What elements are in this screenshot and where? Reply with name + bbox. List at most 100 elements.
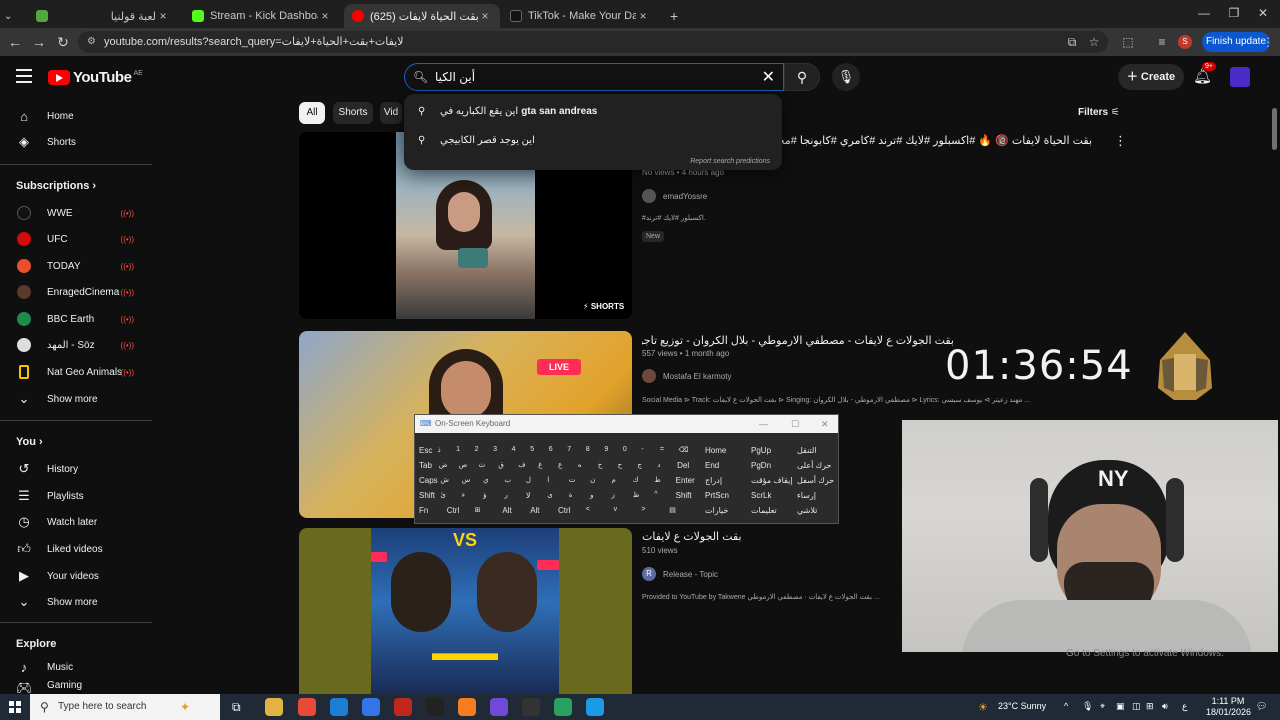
osk-nav-key[interactable]: ScrLk — [751, 491, 771, 500]
sidebar-item-your-videos[interactable]: ▶ Your videos — [0, 563, 152, 589]
network-icon[interactable]: ⊞ — [1146, 701, 1154, 712]
osk-key[interactable]: ه — [578, 461, 582, 469]
osk-key[interactable]: ب — [505, 476, 512, 484]
sidebar-item-liked-videos[interactable]: 👍︎ Liked videos — [0, 536, 152, 562]
osk-key[interactable]: 4 — [512, 446, 516, 453]
sidebar-item-wwe[interactable]: WWE ((•)) — [0, 200, 152, 226]
channel-row[interactable]: emadYossre — [642, 189, 707, 203]
url-field[interactable]: ⚙ youtube.com/results?search_query=لايفا… — [78, 31, 1108, 53]
osk-key[interactable]: 2 — [475, 446, 479, 453]
channel-row[interactable]: Mostafa El karmoty — [642, 369, 731, 383]
osk-key[interactable]: ق — [498, 461, 503, 469]
osk-key[interactable]: ▤ — [669, 506, 676, 514]
osk-nav-key[interactable]: End — [705, 461, 719, 470]
page-scrollbar[interactable] — [1271, 98, 1278, 694]
osk-key[interactable]: ز — [611, 491, 614, 499]
osk-key[interactable]: 8 — [586, 446, 590, 453]
bookmark-star-icon[interactable]: ☆ — [1086, 34, 1102, 50]
osk-nav-key[interactable]: Home — [705, 446, 726, 455]
osk-key[interactable]: Alt — [502, 506, 511, 515]
osk-key[interactable]: ث — [479, 461, 486, 469]
osk-key[interactable]: ص — [459, 461, 467, 469]
close-icon[interactable]: × — [478, 9, 492, 23]
osk-nav-key[interactable]: PgDn — [751, 461, 771, 470]
sidebar-item-music[interactable]: ♪ Music — [0, 654, 152, 680]
osk-key[interactable]: ح — [618, 461, 623, 469]
youtube-logo[interactable]: YouTube AE — [48, 69, 143, 86]
osk-key[interactable]: و — [590, 491, 593, 499]
osk-key[interactable]: ^ — [654, 491, 657, 498]
you-heading[interactable]: You › — [16, 436, 43, 448]
search-input[interactable]: 🔍︎ أين الكيا ✕ — [404, 63, 784, 91]
microphone-icon[interactable]: 🎙︎ — [1082, 701, 1093, 712]
osk-nav-key[interactable]: إرساء — [797, 491, 816, 500]
osk-nav-key[interactable]: إيقاف مؤقت — [751, 476, 793, 485]
taskbar-app-icon[interactable] — [490, 698, 508, 716]
osk-key[interactable]: ظ — [633, 491, 639, 499]
search-button[interactable]: ⚲ — [784, 63, 820, 91]
osk-key[interactable]: ي — [483, 476, 488, 484]
clear-search-icon[interactable]: ✕ — [762, 67, 775, 87]
extensions-icon[interactable]: ⬚ — [1120, 34, 1136, 50]
osk-key[interactable]: Caps — [419, 476, 438, 485]
osk-key[interactable]: ن — [590, 476, 595, 484]
app-icon[interactable]: ◫ — [1132, 701, 1141, 712]
keyboard-language[interactable]: ع — [1182, 701, 1187, 712]
more-actions-icon[interactable]: ⋮ — [1114, 133, 1127, 149]
taskbar-app-icon[interactable] — [362, 698, 380, 716]
osk-key[interactable]: ض — [439, 461, 447, 469]
chip-shorts[interactable]: Shorts — [333, 102, 373, 124]
osk-key[interactable]: Alt — [530, 506, 539, 515]
osk-key[interactable]: 5 — [530, 446, 534, 453]
maximize-icon[interactable]: ☐ — [791, 415, 799, 433]
close-icon[interactable]: ✕ — [821, 415, 829, 433]
media-icon[interactable]: ≡ — [1154, 34, 1170, 50]
osk-key[interactable]: 9 — [604, 446, 608, 453]
osk-nav-key[interactable]: التنقل — [797, 446, 817, 455]
taskbar-search-input[interactable]: ⚲ Type here to search ✦ — [30, 694, 220, 720]
osk-key[interactable]: غ — [538, 461, 542, 469]
osk-key[interactable]: ت — [569, 476, 576, 484]
osk-key[interactable]: ش — [440, 476, 449, 484]
video-thumbnail[interactable]: VS ▬▬▬ — [299, 528, 632, 694]
subscriptions-heading[interactable]: Subscriptions › — [16, 180, 96, 192]
site-info-icon[interactable]: ⚙ — [87, 31, 96, 53]
osk-key[interactable]: Tab — [419, 461, 432, 470]
scrollbar-thumb[interactable] — [1272, 108, 1277, 150]
sidebar-item-enragedcinema[interactable]: EnragedCinema ((•)) — [0, 279, 152, 305]
show-more-you[interactable]: ⌄ Show more — [0, 589, 152, 615]
osk-key[interactable]: ا — [547, 476, 549, 484]
osk-key[interactable]: > — [641, 506, 645, 513]
reload-icon[interactable]: ↻ — [54, 33, 72, 51]
install-app-icon[interactable]: ⧉ — [1064, 34, 1080, 50]
show-more-subscriptions[interactable]: ⌄ Show more — [0, 386, 152, 412]
close-icon[interactable]: × — [318, 9, 332, 23]
report-predictions-link[interactable]: Report search predictions — [690, 158, 770, 165]
osk-key[interactable]: ف — [518, 461, 525, 469]
tab-search-icon[interactable]: ⌄ — [4, 4, 12, 28]
osk-key[interactable]: ة — [569, 491, 573, 499]
taskbar-app-icon[interactable] — [298, 698, 316, 716]
sidebar-item-ufc[interactable]: UFC ((•)) — [0, 226, 152, 252]
taskbar-app-icon[interactable] — [458, 698, 476, 716]
osk-key[interactable]: 1 — [456, 446, 460, 453]
osk-key[interactable]: م — [611, 476, 615, 484]
osk-key[interactable]: Enter — [676, 476, 695, 485]
taskbar-app-icon[interactable] — [522, 698, 540, 716]
osk-nav-key[interactable]: حرك أسفل — [797, 476, 834, 485]
osk-key[interactable]: ؤ — [483, 491, 486, 499]
hamburger-menu-icon[interactable] — [16, 69, 32, 83]
osk-key[interactable]: لا — [526, 491, 531, 500]
taskbar-app-icon[interactable] — [554, 698, 572, 716]
osk-key[interactable]: ذ — [438, 446, 441, 454]
osk-key[interactable]: ⌫ — [678, 446, 688, 454]
clock[interactable]: 1:11 PM 18/01/2026 — [1206, 696, 1251, 718]
osk-key[interactable]: ج — [637, 461, 642, 469]
osk-key[interactable]: ر — [505, 491, 508, 499]
sidebar-item-watch-later[interactable]: ◷ Watch later — [0, 509, 152, 535]
osk-key[interactable]: Shift — [419, 491, 435, 500]
sidebar-item-home[interactable]: ⌂ Home — [0, 103, 152, 129]
restore-icon[interactable]: ❐ — [1224, 6, 1244, 20]
osk-title-bar[interactable]: ⌨ On-Screen Keyboard — ☐ ✕ — [415, 415, 838, 433]
suggestion-item[interactable]: ⚲ اين يوجد قصر الكابيجي — [418, 135, 535, 146]
